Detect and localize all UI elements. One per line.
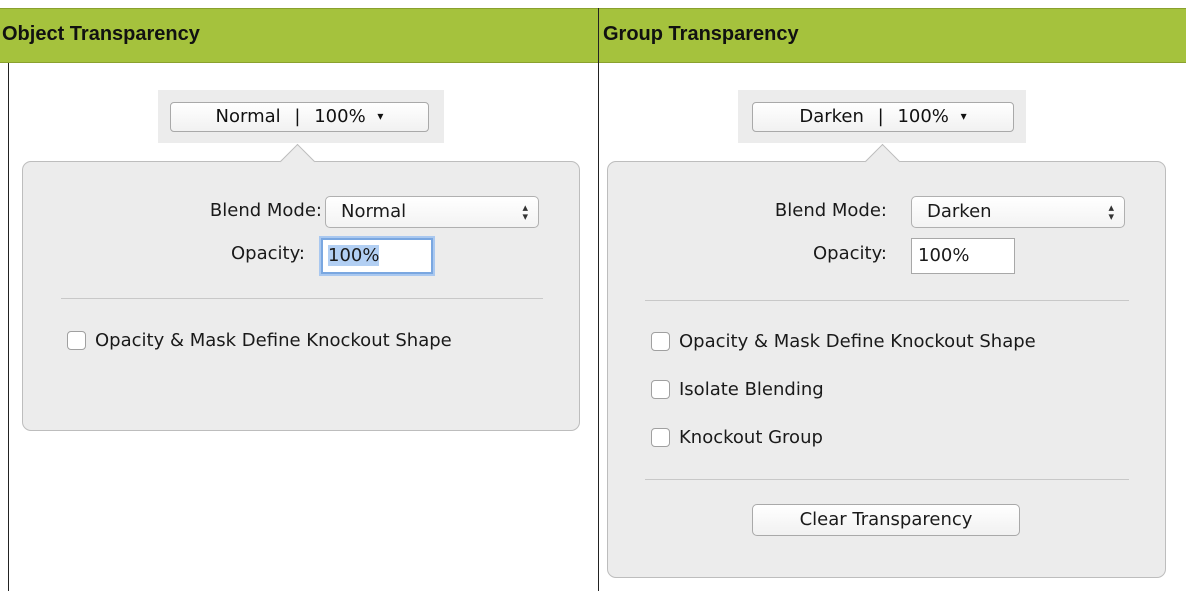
object-transparency-trigger-button[interactable]: Normal | 100% ▾ <box>170 102 429 132</box>
group-trigger-strip: Darken | 100% ▾ <box>738 90 1026 143</box>
knockout-group-checkbox[interactable] <box>651 428 670 447</box>
trigger-mode: Normal <box>215 106 281 127</box>
updown-chevrons-icon: ▴ ▾ <box>522 201 528 223</box>
popover-divider <box>645 300 1129 301</box>
knockout-shape-label: Opacity & Mask Define Knockout Shape <box>679 331 1036 352</box>
blend-mode-label: Blend Mode: <box>209 200 322 221</box>
object-trigger-strip: Normal | 100% ▾ <box>158 90 444 143</box>
trigger-separator: | <box>877 106 884 127</box>
opacity-value: 100% <box>918 245 970 266</box>
clear-transparency-button[interactable]: Clear Transparency <box>752 504 1020 536</box>
opacity-value: 100% <box>328 245 380 266</box>
isolate-blending-label: Isolate Blending <box>679 379 824 400</box>
group-transparency-popover: Blend Mode: Darken ▴ ▾ Opacity: 100% Opac… <box>607 143 1166 578</box>
blend-mode-value: Darken <box>927 201 992 222</box>
popover-arrow <box>279 143 316 180</box>
blend-mode-select[interactable]: Darken ▴ ▾ <box>911 196 1125 228</box>
opacity-input[interactable]: 100% <box>321 238 433 274</box>
knockout-shape-checkbox[interactable] <box>67 331 86 350</box>
trigger-opacity: 100% <box>314 106 366 127</box>
table-header-row: Object Transparency Group Transparency <box>0 8 1186 63</box>
blend-mode-value: Normal <box>341 201 407 222</box>
opacity-label: Opacity: <box>813 243 887 264</box>
knockout-shape-checkbox[interactable] <box>651 332 670 351</box>
opacity-input[interactable]: 100% <box>911 238 1015 274</box>
group-transparency-trigger-button[interactable]: Darken | 100% ▾ <box>752 102 1014 132</box>
caret-down-icon: ▾ <box>960 109 967 123</box>
object-transparency-popover: Blend Mode: Normal ▴ ▾ Opacity: 100% Opac… <box>22 143 580 431</box>
popover-arrow <box>864 143 901 180</box>
table-left-border <box>8 63 9 591</box>
caret-down-icon: ▾ <box>377 109 384 123</box>
blend-mode-select[interactable]: Normal ▴ ▾ <box>325 196 539 228</box>
knockout-group-label: Knockout Group <box>679 427 823 448</box>
updown-chevrons-icon: ▴ ▾ <box>1108 201 1114 223</box>
isolate-blending-checkbox[interactable] <box>651 380 670 399</box>
popover-divider-2 <box>645 479 1129 480</box>
blend-mode-label: Blend Mode: <box>774 200 887 221</box>
opacity-label: Opacity: <box>231 243 305 264</box>
comparison-table: Object Transparency Group Transparency N… <box>0 0 1186 591</box>
knockout-shape-label: Opacity & Mask Define Knockout Shape <box>95 330 452 351</box>
popover-divider <box>61 298 543 299</box>
header-object-transparency: Object Transparency <box>2 23 200 45</box>
header-group-transparency: Group Transparency <box>603 23 799 45</box>
trigger-separator: | <box>294 106 301 127</box>
trigger-mode: Darken <box>799 106 864 127</box>
trigger-opacity: 100% <box>897 106 949 127</box>
table-column-divider <box>598 8 599 591</box>
